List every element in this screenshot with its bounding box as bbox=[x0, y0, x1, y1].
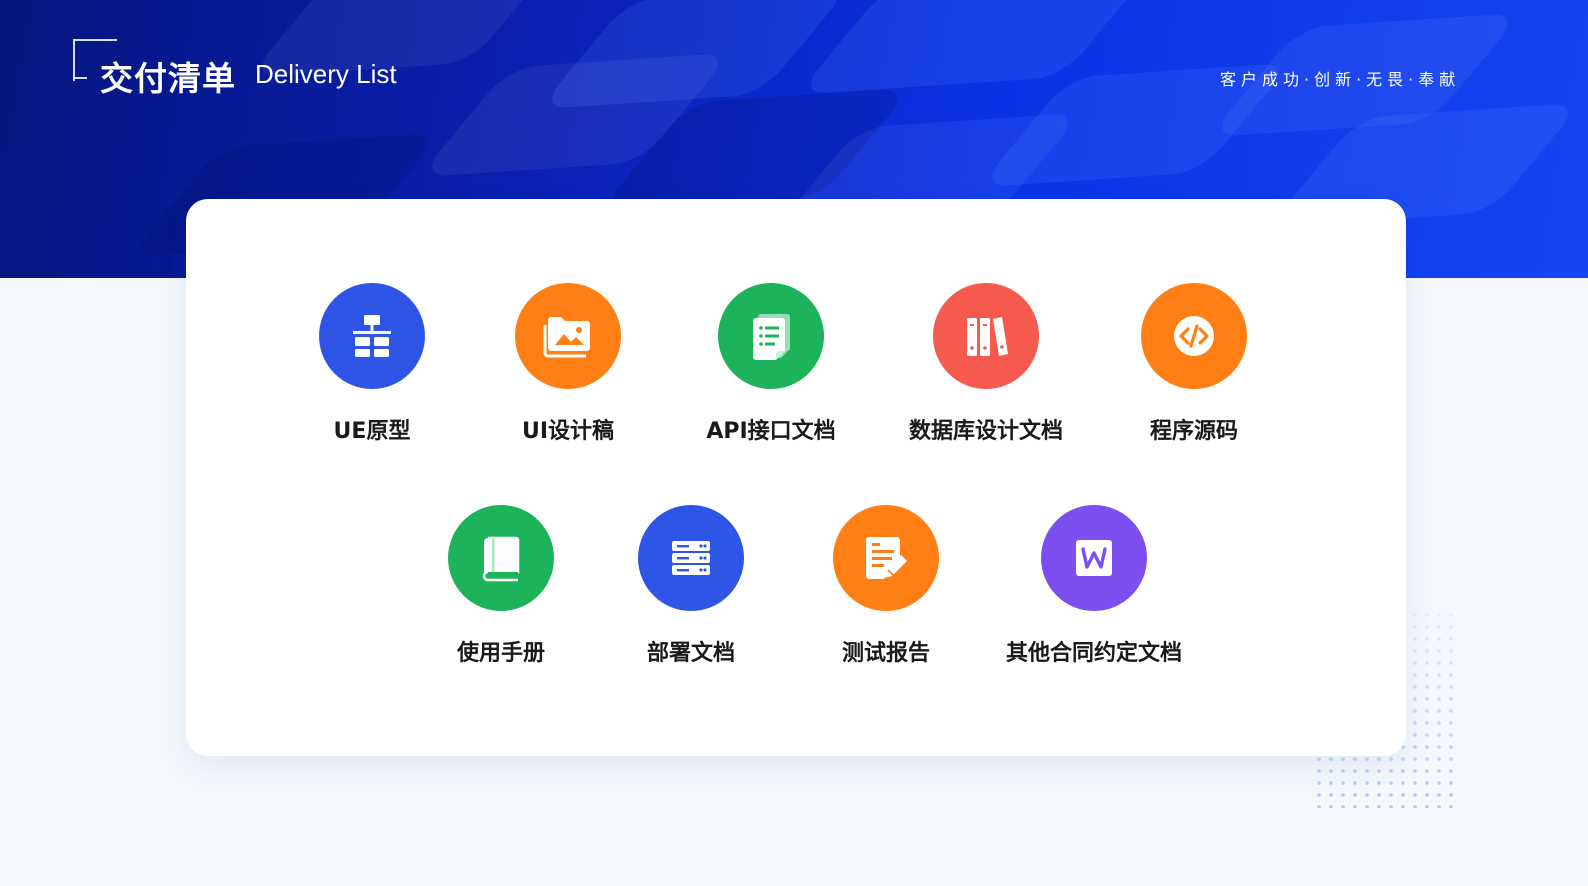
delivery-item-label: 其他合同约定文档 bbox=[1005, 641, 1182, 666]
slogan: 客户成功·创新·无畏·奉献 bbox=[1220, 70, 1461, 89]
delivery-item-source-code: 程序源码 bbox=[1064, 283, 1324, 445]
code-icon bbox=[1174, 316, 1214, 356]
icon-badge bbox=[448, 505, 554, 611]
delivery-item-label: 程序源码 bbox=[1149, 419, 1238, 444]
delivery-item-contract-docs: 其他合同约定文档 bbox=[964, 505, 1224, 667]
icon-badge bbox=[319, 283, 425, 389]
icon-badge bbox=[933, 283, 1039, 389]
icon-badge bbox=[638, 505, 744, 611]
sitemap-icon bbox=[353, 315, 391, 357]
binders-icon bbox=[967, 317, 1008, 356]
image-folder-icon bbox=[543, 317, 590, 358]
report-edit-icon bbox=[866, 537, 907, 579]
icon-badge bbox=[1141, 283, 1247, 389]
icon-badge bbox=[1041, 505, 1147, 611]
page-subtitle: Delivery List bbox=[255, 59, 397, 89]
page-title: 交付清单 bbox=[100, 59, 236, 98]
book-icon bbox=[482, 536, 520, 582]
icon-badge bbox=[833, 505, 939, 611]
document-list-icon bbox=[753, 314, 790, 360]
icon-badge bbox=[515, 283, 621, 389]
word-doc-icon bbox=[1076, 540, 1112, 576]
icon-badge bbox=[718, 283, 824, 389]
server-icon bbox=[672, 541, 710, 575]
delivery-card: UE原型 UI设计稿 API接口文档 数据库设计文档 程序源码 使用手册 部署文… bbox=[186, 199, 1406, 756]
